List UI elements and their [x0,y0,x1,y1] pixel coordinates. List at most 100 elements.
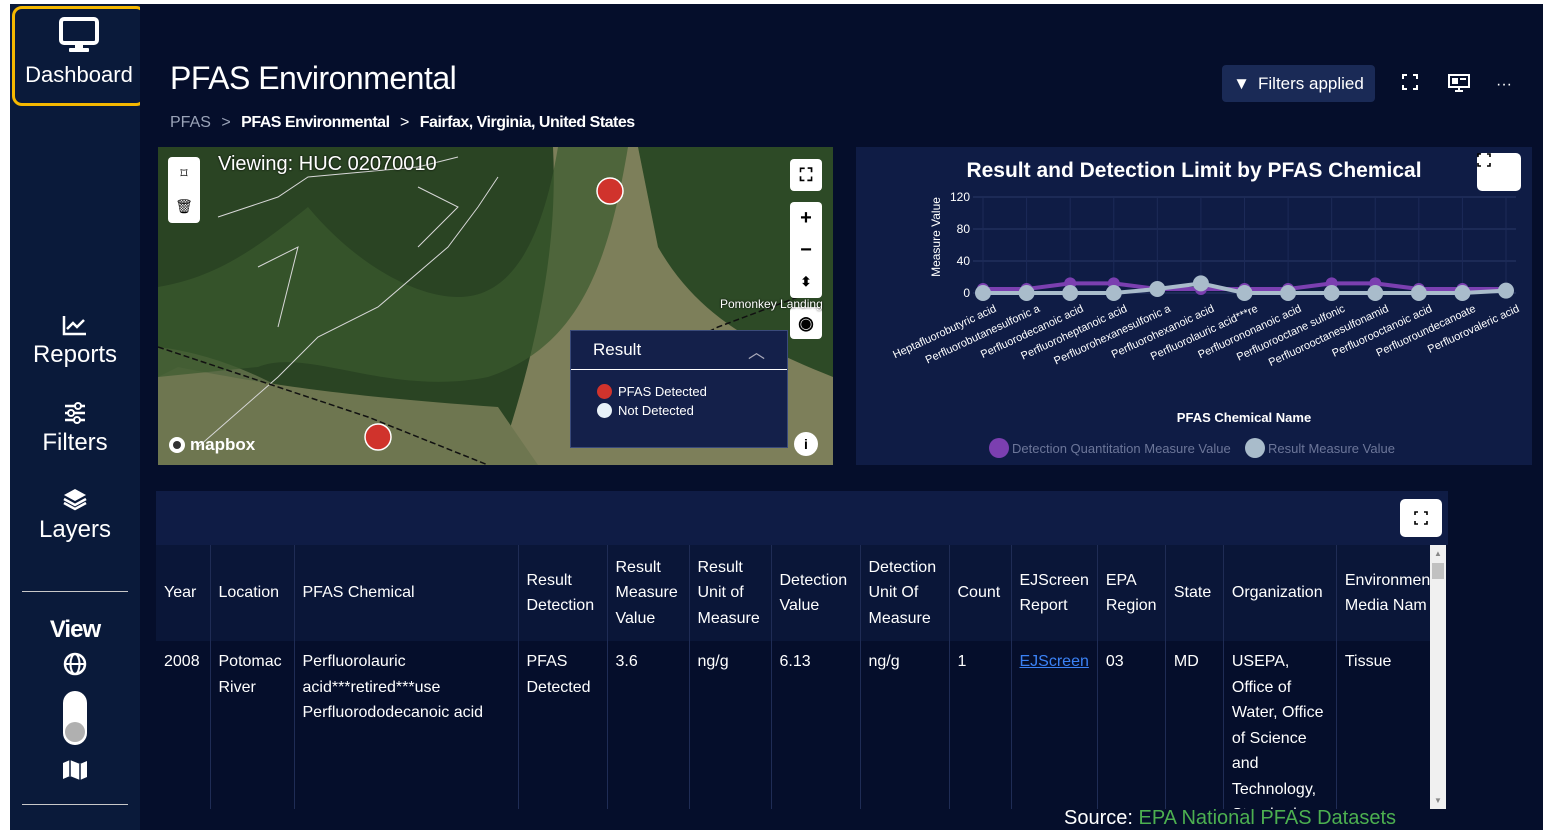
legend-swatch[interactable] [1245,438,1265,458]
column-header[interactable]: Result Detection [518,545,608,641]
scroll-up-icon[interactable]: ▲ [1434,549,1442,558]
reports-nav[interactable]: Reports [10,314,140,369]
expand-icon [1414,511,1428,525]
table-scrollbar[interactable]: ▲ ▼ [1430,545,1446,809]
filters-nav[interactable]: Filters [10,402,140,457]
presentation-icon[interactable] [1448,74,1470,97]
chart-expand-button[interactable] [1477,153,1521,191]
cell-detection-value: 6.13 [771,641,861,809]
view-section: View [10,616,140,644]
data-point[interactable] [1323,285,1340,301]
data-point[interactable] [1105,285,1122,301]
breadcrumb-separator: > [399,114,410,131]
breadcrumb-separator: > [221,114,231,131]
y-tick-label: 0 [963,286,970,300]
data-point[interactable] [1236,285,1253,301]
pfas-detected-marker[interactable] [596,177,624,205]
globe-icon[interactable] [10,652,140,681]
monitor-icon [15,17,143,58]
source-prefix: Source: [1064,807,1139,829]
expand-icon [1477,153,1491,167]
data-point[interactable] [1367,285,1384,301]
more-options-icon[interactable]: ··· [1496,76,1512,94]
data-point[interactable] [1498,282,1514,299]
column-header[interactable]: State [1165,545,1224,641]
table-toolbar [156,491,1448,545]
column-header[interactable]: EPA Region [1097,545,1166,641]
pfas-detected-marker[interactable] [364,423,392,451]
data-point[interactable] [1192,275,1209,292]
map-icon[interactable] [10,759,140,786]
breadcrumb-item-pfas[interactable]: PFAS [170,114,211,131]
cell-organization: USEPA, Office of Water, Office of Scienc… [1223,641,1337,809]
page-title: PFAS Environmental [170,60,457,96]
filters-label: Filters [42,429,108,456]
red-dot-icon [597,384,612,399]
layers-nav[interactable]: Layers [10,487,140,544]
breadcrumb: PFAS > PFAS Environmental > Fairfax, Vir… [170,114,635,132]
cell-year: 2008 [156,641,211,809]
ejscreen-link[interactable]: EJScreen [1020,653,1089,670]
data-point[interactable] [1454,285,1471,301]
table-header-row: Year Location PFAS Chemical Result Detec… [156,545,1440,641]
dashboard-label: Dashboard [25,62,133,87]
sliders-icon [10,402,140,429]
data-point[interactable] [975,285,991,301]
data-point[interactable] [1280,285,1297,301]
column-header[interactable]: Count [949,545,1012,641]
info-icon[interactable]: i [794,432,818,456]
data-point[interactable] [1018,285,1035,301]
layers-icon [10,487,140,516]
y-tick-label: 80 [957,222,971,236]
breadcrumb-item-environmental[interactable]: PFAS Environmental [241,114,390,131]
column-header[interactable]: Detection Value [771,545,861,641]
chart-x-axis-label: PFAS Chemical Name [1177,410,1311,425]
dashboard-button[interactable]: Dashboard [12,6,146,106]
line-chart: Result and Detection Limit by PFAS Chemi… [891,159,1521,458]
sidebar-divider-bottom [22,804,128,805]
legend-item-label: PFAS Detected [618,384,707,399]
column-header[interactable]: Result Unit of Measure [689,545,772,641]
scroll-thumb[interactable] [1432,563,1444,579]
cell-chemical: Perfluorolauric acid***retired***use Per… [294,641,519,809]
y-tick-label: 120 [950,190,970,204]
legend-swatch[interactable] [989,438,1009,458]
legend-header[interactable]: Result ︿ [571,331,787,370]
legend-item: PFAS Detected [571,384,787,399]
white-dot-icon [597,403,612,418]
chart-y-axis-label: Measure Value [929,197,943,277]
legend-label[interactable]: Detection Quantitation Measure Value [1012,441,1231,456]
column-header[interactable]: Location [210,545,295,641]
mapbox-logo-text: mapbox [190,435,256,454]
sidebar-divider [22,591,128,592]
cell-epa-region: 03 [1097,641,1166,809]
data-point[interactable] [1410,285,1427,301]
filters-applied-button[interactable]: ▼ Filters applied [1222,65,1375,102]
scroll-down-icon[interactable]: ▼ [1434,796,1442,805]
chevron-up-icon[interactable]: ︿ [748,338,765,363]
source-link[interactable]: EPA National PFAS Datasets [1138,807,1396,829]
line-chart-icon [10,314,140,341]
column-header[interactable]: Environmen Media Nam [1336,545,1440,641]
cell-ejscreen: EJScreen [1011,641,1098,809]
legend-item-label: Not Detected [618,403,694,418]
view-toggle[interactable] [10,690,140,751]
fullscreen-icon[interactable] [1402,74,1418,95]
data-table-panel: Year Location PFAS Chemical Result Detec… [156,491,1448,809]
column-header[interactable]: PFAS Chemical [294,545,519,641]
legend-label[interactable]: Result Measure Value [1268,441,1395,456]
data-point[interactable] [1062,285,1079,301]
column-header[interactable]: EJScreen Report [1011,545,1098,641]
filters-applied-label: Filters applied [1258,73,1364,93]
table-expand-button[interactable] [1400,499,1442,537]
view-label: View [49,616,101,643]
data-point[interactable] [1149,281,1166,297]
column-header[interactable]: Result Measure Value [607,545,690,641]
column-header[interactable]: Detection Unit Of Measure [860,545,950,641]
map-legend: Result ︿ PFAS Detected Not Detected [570,330,788,448]
source-attribution: Source: EPA National PFAS Datasets [1064,807,1396,830]
column-header[interactable]: Year [156,545,211,641]
column-header[interactable]: Organization [1223,545,1337,641]
legend-title: Result [593,340,642,359]
map-panel[interactable]: Viewing: HUC 02070010 ⌑ 🗑 ⛶ + − ⬍ ◉ Pomo… [158,147,833,465]
